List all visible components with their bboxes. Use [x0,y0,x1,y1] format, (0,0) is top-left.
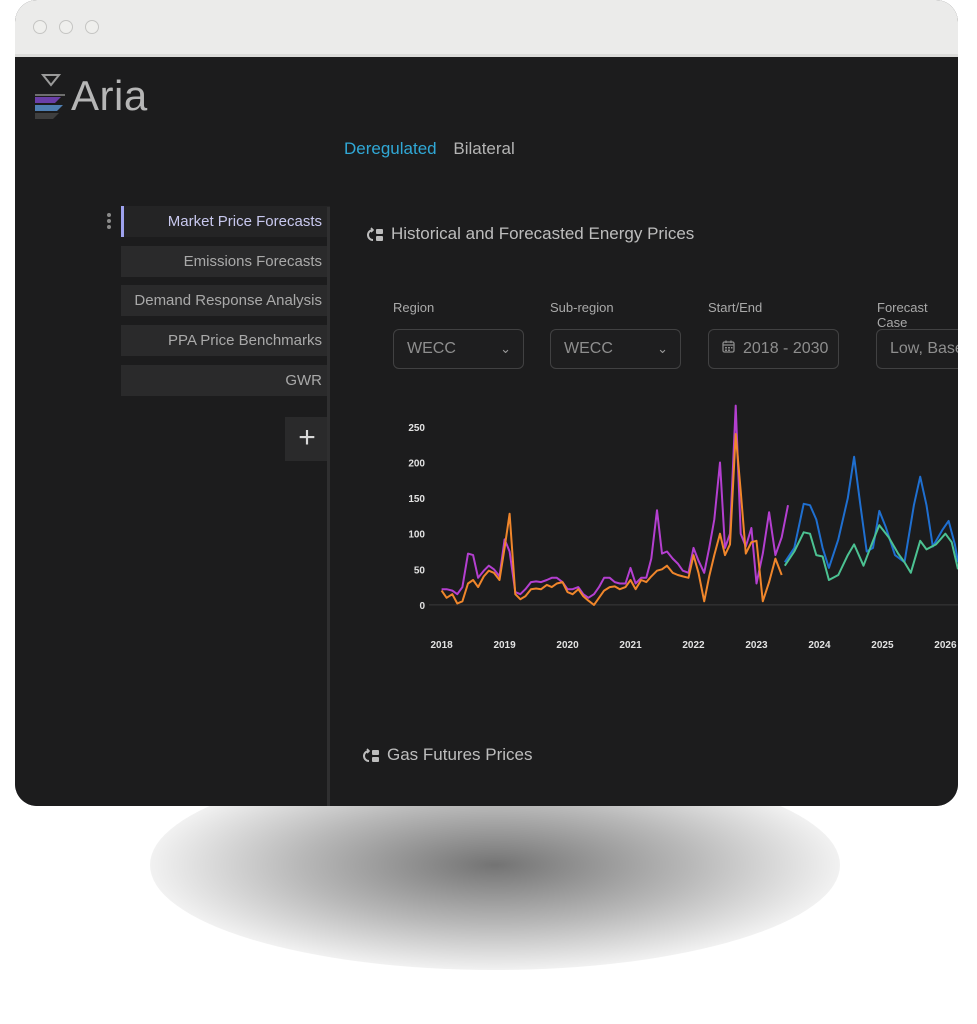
x-tick-label: 2023 [745,640,768,651]
window-close-dot[interactable] [33,20,47,34]
date-range-picker[interactable]: 2018 - 2030 [708,329,839,369]
y-tick-label: 250 [408,423,425,434]
x-tick-label: 2021 [619,640,642,651]
x-tick-label: 2020 [556,640,579,651]
forecast-case-label: Forecast Case [877,300,928,330]
sidebar-item-gwr[interactable]: GWR [121,365,330,396]
sidebar-item-demand-response-analysis[interactable]: Demand Response Analysis [121,285,330,316]
y-tick-label: 50 [414,565,426,576]
app-content: Aria Deregulated Bilateral Market Price … [15,57,958,806]
sidebar-divider [327,207,330,806]
sidebar-item-market-price-forecasts[interactable]: Market Price Forecasts [121,206,330,237]
start-end-label: Start/End [708,300,763,315]
window-maximize-dot[interactable] [85,20,99,34]
region-select[interactable]: WECC ⌄ [393,329,524,369]
gas-futures-section-title: Gas Futures Prices [361,745,533,765]
x-tick-label: 2025 [871,640,894,651]
top-tabs: Deregulated Bilateral [344,139,527,159]
chevron-down-icon: ⌄ [657,341,668,356]
add-item-button[interactable]: + [285,417,329,461]
series-line-2 [783,455,958,569]
subregion-value: WECC [564,340,613,357]
browser-window: Aria Deregulated Bilateral Market Price … [15,0,958,806]
date-range-value: 2018 - 2030 [743,340,829,357]
forecast-case-select[interactable]: Low, Base, [876,329,958,369]
y-tick-label: 100 [408,530,425,541]
more-options-icon[interactable] [105,213,113,231]
subregion-select[interactable]: WECC ⌄ [550,329,681,369]
chevron-down-icon: ⌄ [500,341,511,356]
sidebar-item-emissions-forecasts[interactable]: Emissions Forecasts [121,246,330,277]
tab-bilateral[interactable]: Bilateral [453,139,514,158]
x-tick-label: 2024 [808,640,831,651]
subregion-label: Sub-region [550,300,614,315]
chart-widget-icon [367,226,383,241]
y-tick-label: 200 [408,459,425,470]
energy-prices-title-text: Historical and Forecasted Energy Prices [391,224,695,243]
gas-futures-title-text: Gas Futures Prices [387,745,533,764]
window-minimize-dot[interactable] [59,20,73,34]
chart-widget-icon [363,747,379,762]
window-titlebar [15,0,958,57]
y-tick-label: 150 [408,494,425,505]
energy-prices-chart: 0 50 100 150 200 250 2018 2019 2020 2021 2022 2023 2… [408,404,958,651]
x-tick-label: 2019 [493,640,516,651]
calendar-icon [722,340,735,353]
region-label: Region [393,300,435,315]
series-line-3 [783,524,958,581]
x-tick-label: 2026 [934,640,957,651]
x-tick-label: 2022 [682,640,705,651]
y-tick-label: 0 [419,601,425,612]
region-value: WECC [407,340,456,357]
aria-logo: Aria [33,71,173,123]
tab-deregulated[interactable]: Deregulated [344,139,437,158]
forecast-case-value: Low, Base, [890,340,958,357]
logo-text: Aria [71,72,148,119]
energy-prices-section-title: Historical and Forecasted Energy Prices [365,224,694,244]
sidebar-item-ppa-price-benchmarks[interactable]: PPA Price Benchmarks [121,325,330,356]
x-tick-label: 2018 [430,640,453,651]
